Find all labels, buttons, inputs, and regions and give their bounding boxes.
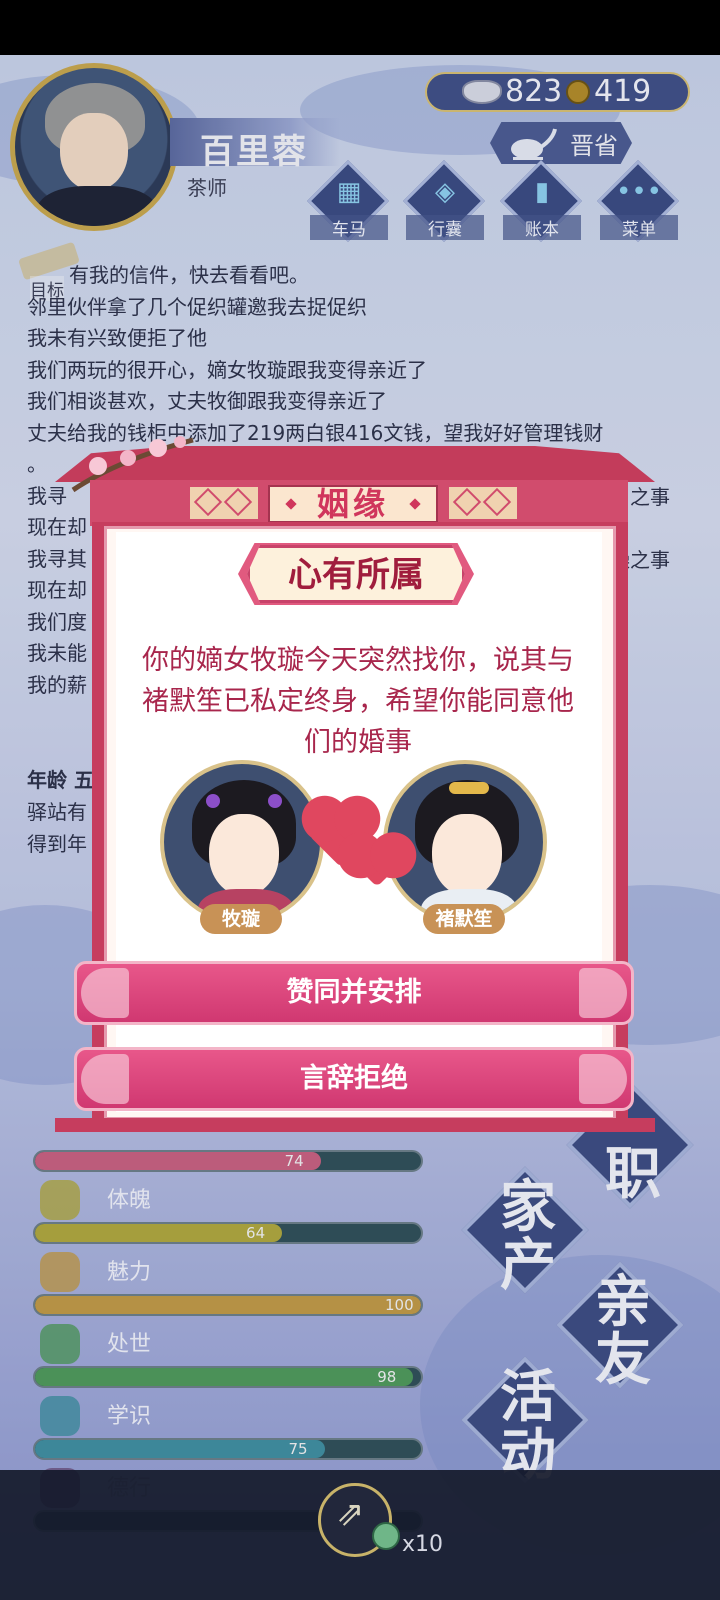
dialog-title: 心有所属 bbox=[288, 555, 424, 595]
reject-button[interactable]: 言辞拒绝 bbox=[74, 1047, 634, 1111]
approve-button[interactable]: 赞同并安排 bbox=[74, 961, 634, 1025]
dialog-base bbox=[55, 1118, 655, 1132]
lattice-decoration bbox=[190, 487, 258, 519]
lattice-decoration bbox=[449, 487, 517, 519]
name-tag-left: 牧璇 bbox=[200, 904, 282, 934]
portrait-left bbox=[160, 760, 324, 924]
name-tag-right: 褚默笙 bbox=[423, 904, 505, 934]
dialog-category: 姻缘 bbox=[316, 485, 389, 523]
status-bar bbox=[0, 0, 720, 55]
dialog-message: 你的嫡女牧璇今天突然找你，说其与褚默笙已私定终身，希望你能同意他们的婚事 bbox=[142, 645, 574, 758]
